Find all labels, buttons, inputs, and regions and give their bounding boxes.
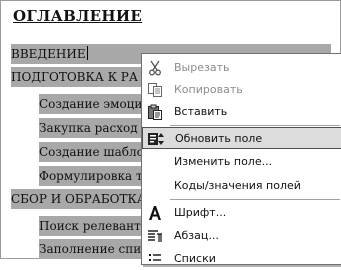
list-icon xyxy=(146,250,164,268)
paragraph-icon xyxy=(146,227,164,245)
menu-item-label: Копировать xyxy=(174,83,243,96)
menu-item-font[interactable]: Шрифт... xyxy=(142,202,341,224)
menu-item-lists[interactable]: Списки xyxy=(142,248,341,270)
menu-item-cut[interactable]: Вырезать xyxy=(142,57,341,79)
menu-item-label: Шрифт... xyxy=(174,206,227,219)
toc-entry-label: Формулировка т xyxy=(39,169,143,183)
copy-icon xyxy=(146,81,164,99)
menu-separator xyxy=(170,125,340,126)
toc-entry-label: Поиск релевант xyxy=(39,219,141,233)
menu-item-label: Вырезать xyxy=(174,61,230,74)
menu-item-paste[interactable]: Вставить xyxy=(142,101,341,123)
menu-item-toggle-field-codes[interactable]: Коды/значения полей xyxy=(142,175,341,197)
scissors-icon xyxy=(146,59,164,77)
toc-entry-label: Закупка расход xyxy=(39,121,138,135)
update-field-icon xyxy=(147,130,165,148)
menu-item-edit-field[interactable]: Изменить поле... xyxy=(142,151,341,173)
menu-item-copy[interactable]: Копировать xyxy=(142,79,341,101)
context-menu: Вырезать Копировать Вставить Обновить по… xyxy=(141,53,341,265)
toc-entry-label: СБОР И ОБРАБОТКА xyxy=(11,192,146,206)
menu-item-label: Вставить xyxy=(174,105,228,118)
toc-entry-label: Создание шабло xyxy=(39,145,144,159)
menu-item-label: Коды/значения полей xyxy=(174,179,301,192)
menu-item-label: Изменить поле... xyxy=(174,155,273,168)
toc-entry-label: Заполнение спис xyxy=(39,242,148,256)
menu-item-update-field[interactable]: Обновить поле xyxy=(142,127,341,149)
paste-icon xyxy=(146,103,164,121)
menu-separator xyxy=(170,199,340,200)
font-icon xyxy=(146,204,164,222)
text-caret xyxy=(86,46,88,60)
menu-item-paragraph[interactable]: Абзац... xyxy=(142,225,341,247)
toc-entry-label: Создание эмоци xyxy=(39,97,143,111)
toc-entry-label: ВВЕДЕНИЕ xyxy=(11,47,86,61)
toc-entry-label: ПОДГОТОВКА К РА xyxy=(11,70,138,84)
menu-item-label: Списки xyxy=(174,252,216,265)
toc-heading: ОГЛАВЛЕНИЕ xyxy=(13,7,143,25)
menu-item-label: Обновить поле xyxy=(175,132,263,145)
menu-item-label: Абзац... xyxy=(174,229,219,242)
